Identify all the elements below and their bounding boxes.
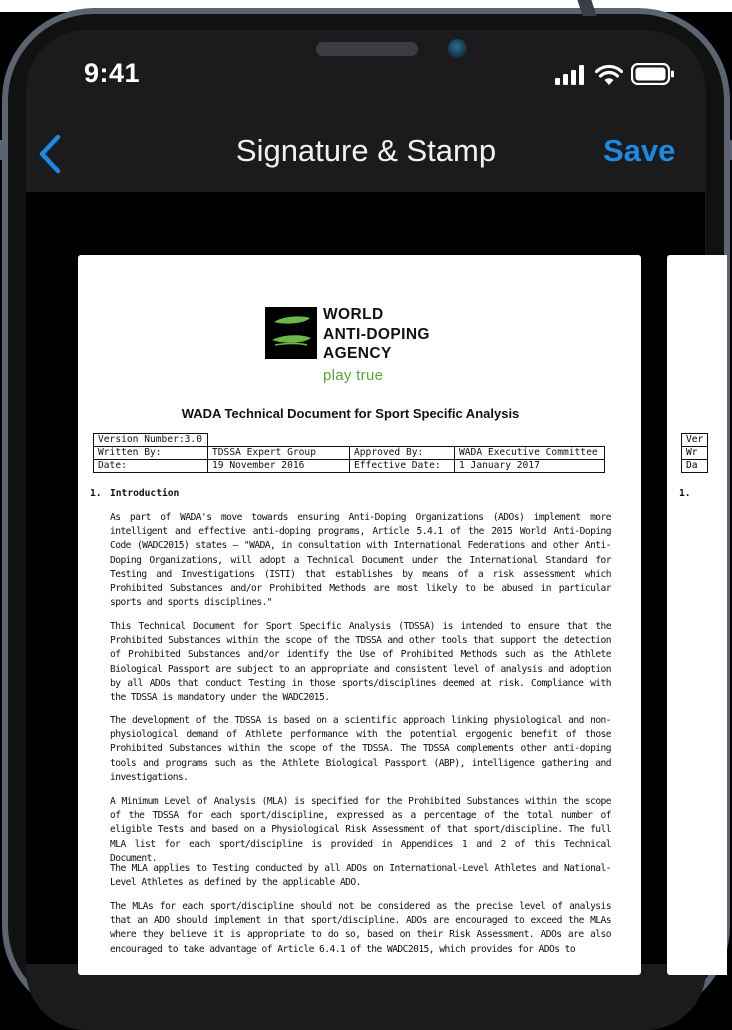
date-label: Date: bbox=[93, 459, 208, 473]
page2-cell: Da bbox=[680, 459, 709, 473]
table-row: Version Number:3.0 bbox=[93, 433, 605, 447]
written-by-label: Written By: bbox=[93, 446, 208, 460]
table-row: Da bbox=[680, 459, 709, 473]
approved-by-label: Approved By: bbox=[349, 446, 455, 460]
section-heading: 1. Introduction bbox=[90, 488, 179, 499]
paragraph-3: The development of the TDSSA is based on… bbox=[110, 715, 612, 783]
approved-by-value: WADA Executive Committee bbox=[454, 446, 605, 460]
next-document-page[interactable]: Ver Wr Da 1. bbox=[667, 255, 727, 975]
status-time: 9:41 bbox=[84, 58, 141, 88]
paragraph-5: The MLA applies to Testing conducted by … bbox=[110, 863, 612, 889]
section-number: 1. bbox=[90, 488, 102, 499]
front-camera bbox=[448, 39, 467, 58]
page2-section-number: 1. bbox=[679, 488, 691, 499]
document-title: WADA Technical Document for Sport Specif… bbox=[181, 406, 520, 421]
save-button[interactable]: Save bbox=[603, 133, 675, 169]
table-row: Date: 19 November 2016 Effective Date: 1… bbox=[93, 459, 605, 473]
table-row: Ver bbox=[680, 433, 709, 447]
logo-wordmark: WORLD ANTI-DOPING AGENCY bbox=[323, 305, 430, 364]
paragraph-2: This Technical Document for Sport Specif… bbox=[110, 621, 612, 704]
speaker-grille bbox=[316, 42, 418, 56]
page2-meta-table: Ver Wr Da bbox=[680, 433, 709, 473]
paragraph-4: A Minimum Level of Analysis (MLA) is spe… bbox=[110, 796, 612, 864]
logo-tagline: play true bbox=[323, 367, 384, 384]
wada-logo-icon bbox=[265, 307, 317, 359]
date-value: 19 November 2016 bbox=[207, 459, 350, 473]
written-by-value: TDSSA Expert Group bbox=[207, 446, 350, 460]
logo-line-1: WORLD bbox=[323, 306, 384, 323]
effective-date-label: Effective Date: bbox=[349, 459, 455, 473]
document-meta-table: Version Number:3.0 Written By: TDSSA Exp… bbox=[93, 433, 605, 473]
table-row: Wr bbox=[680, 446, 709, 460]
status-icons bbox=[555, 63, 675, 85]
version-cell: Version Number:3.0 bbox=[93, 433, 208, 447]
paragraph-1: As part of WADA's move towards ensuring … bbox=[110, 512, 612, 609]
logo-line-2: ANTI-DOPING bbox=[323, 325, 430, 343]
page2-cell: Wr bbox=[680, 446, 709, 460]
battery-icon bbox=[631, 63, 674, 85]
logo-line-3: AGENCY bbox=[323, 345, 392, 362]
paragraph-6: The MLAs for each sport/discipline shoul… bbox=[110, 901, 612, 955]
section-title: Introduction bbox=[110, 488, 180, 499]
signal-icon bbox=[555, 65, 584, 85]
wifi-icon bbox=[595, 64, 623, 85]
document-page[interactable]: WORLD ANTI-DOPING AGENCY play true WADA … bbox=[78, 255, 641, 975]
effective-date-value: 1 January 2017 bbox=[454, 459, 605, 473]
table-row: Written By: TDSSA Expert Group Approved … bbox=[93, 446, 605, 460]
page2-cell: Ver bbox=[680, 433, 709, 447]
